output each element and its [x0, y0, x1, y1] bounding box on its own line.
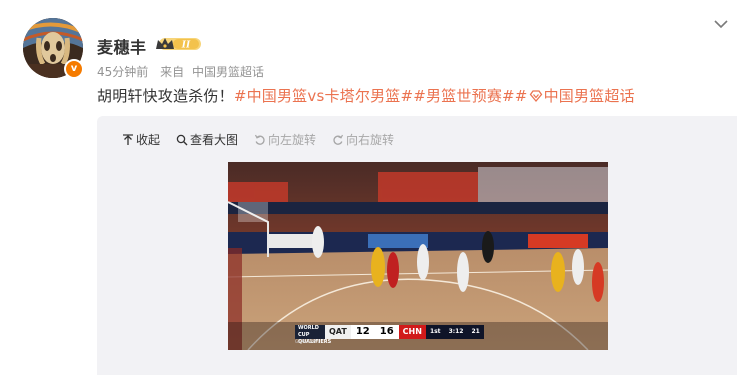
rotate-right-icon: [333, 134, 344, 145]
scoreboard-event: WORLD CUP QUALIFIERS: [295, 325, 331, 345]
rotate-left-icon: [255, 134, 265, 145]
post-time[interactable]: 45分钟前: [97, 65, 148, 79]
weibo-post: v 麦穗丰 II 45分钟前 来自 中国男篮超话 胡明轩快攻造杀伤！#中国男篮v…: [0, 0, 737, 375]
scoreboard-shot-clock: 21: [467, 325, 484, 339]
scoreboard-clock: 3:12: [444, 325, 468, 339]
media-panel: 收起 查看大图 向左旋转 向右旋转 WORLD CUP QUALIFIERS Q…: [97, 116, 737, 375]
super-topic-icon: [529, 89, 543, 107]
collapse-label: 收起: [136, 133, 161, 147]
post-meta: 45分钟前 来自 中国男篮超话: [97, 63, 264, 80]
rotate-right-label: 向右旋转: [346, 133, 395, 147]
magnifier-icon: [176, 134, 188, 145]
post-image[interactable]: WORLD CUP QUALIFIERS QAT 12 16 CHN 1st 3…: [228, 162, 608, 350]
hashtag-link[interactable]: #中国男篮vs卡塔尔男篮#: [234, 87, 413, 105]
collapse-button[interactable]: 收起: [122, 131, 160, 148]
chevron-down-icon[interactable]: [713, 17, 729, 29]
scoreboard: WORLD CUP QUALIFIERS QAT 12 16 CHN 1st 3…: [295, 325, 484, 345]
view-large-button[interactable]: 查看大图: [176, 131, 238, 148]
verified-badge: v: [64, 59, 84, 79]
scoreboard-subline: GAME DAY 1: [295, 339, 320, 344]
rotate-right-button[interactable]: 向右旋转: [332, 131, 394, 148]
source-prefix: 来自: [160, 65, 185, 79]
avatar-container[interactable]: v: [23, 18, 84, 79]
basketball-game-scene: [228, 162, 608, 350]
scoreboard-home-score: 12: [350, 325, 375, 339]
scoreboard-quarter: 1st: [425, 325, 445, 339]
hashtag-link[interactable]: #男篮世预赛#: [413, 87, 515, 105]
rotate-left-button[interactable]: 向左旋转: [254, 131, 316, 148]
crown-icon: II: [156, 38, 201, 51]
super-topic-label: 中国男篮超话: [543, 87, 635, 105]
scoreboard-away-score: 16: [374, 325, 399, 339]
post-text: 胡明轩快攻造杀伤！: [97, 87, 234, 105]
source-name[interactable]: 中国男篮超话: [192, 65, 264, 79]
arrow-up-icon: [123, 133, 133, 145]
scoreboard-away-team: CHN: [398, 325, 426, 339]
super-topic-link[interactable]: # 中国男篮超话: [515, 87, 635, 105]
username[interactable]: 麦穗丰: [97, 34, 147, 58]
scoreboard-home-team: QAT: [325, 325, 351, 339]
vip-crown-badge[interactable]: II: [155, 36, 201, 52]
rotate-left-label: 向左旋转: [268, 133, 317, 147]
image-toolbar: 收起 查看大图 向左旋转 向右旋转: [122, 131, 394, 148]
badge-level: II: [181, 41, 191, 51]
post-content: 胡明轩快攻造杀伤！#中国男篮vs卡塔尔男篮##男篮世预赛## 中国男篮超话: [97, 85, 635, 107]
view-large-label: 查看大图: [190, 133, 239, 147]
